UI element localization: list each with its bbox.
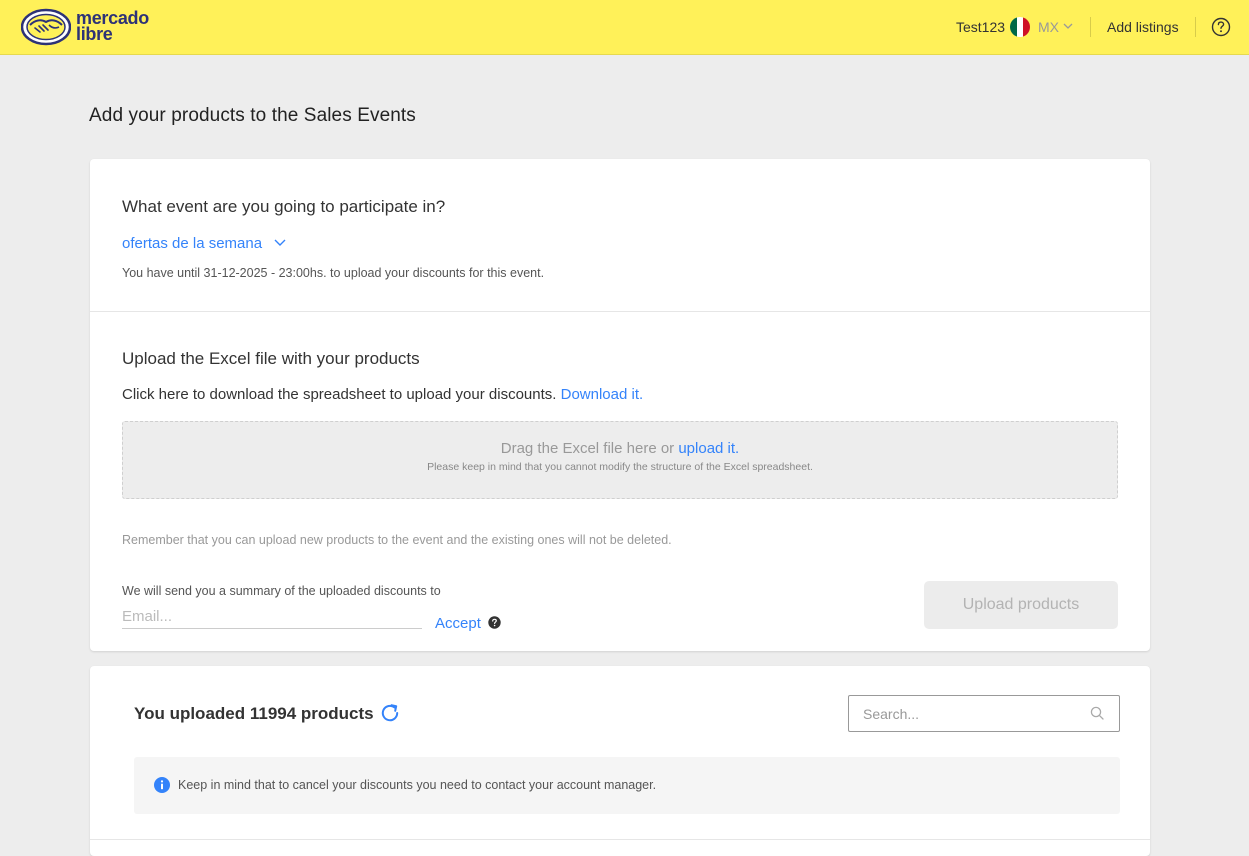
excel-dropzone[interactable]: Drag the Excel file here or upload it. P…: [122, 421, 1118, 499]
event-question-heading: What event are you going to participate …: [122, 197, 446, 216]
info-banner: Keep in mind that to cancel your discoun…: [134, 757, 1120, 814]
info-text: Keep in mind that to cancel your discoun…: [178, 778, 657, 792]
handshake-logo-icon: [21, 8, 71, 46]
search-input[interactable]: [863, 696, 1083, 731]
top-header: mercado libre Test123 MX Add listings: [0, 0, 1249, 55]
search-box: [848, 695, 1120, 732]
dropzone-text: Drag the Excel file here or: [500, 440, 675, 457]
search-icon[interactable]: [1090, 706, 1105, 721]
summary-label: We will send you a summary of the upload…: [122, 584, 441, 598]
country-selector[interactable]: MX: [1038, 19, 1059, 35]
logo-wordmark: mercado libre: [76, 9, 149, 44]
upload-card: What event are you going to participate …: [90, 159, 1150, 651]
event-dropdown[interactable]: ofertas de la semana: [122, 235, 262, 252]
header-divider: [1090, 17, 1091, 37]
chevron-down-icon[interactable]: [1063, 22, 1073, 30]
info-circle-icon: [154, 777, 170, 793]
remember-note: Remember that you can upload new product…: [122, 533, 672, 547]
logo-line-2: libre: [76, 24, 113, 44]
page-title: Add your products to the Sales Events: [89, 105, 416, 126]
user-name[interactable]: Test123: [956, 19, 1005, 35]
upload-file-link[interactable]: upload it.: [678, 440, 739, 457]
upload-products-button[interactable]: Upload products: [924, 581, 1118, 629]
upload-excel-heading: Upload the Excel file with your products: [122, 349, 420, 368]
uploaded-products-card: You uploaded 11994 products Keep in mind…: [90, 666, 1150, 856]
event-deadline-text: You have until 31-12-2025 - 23:00hs. to …: [122, 266, 545, 280]
section-divider: [90, 839, 1150, 840]
mercado-libre-logo[interactable]: mercado libre: [21, 8, 161, 48]
mexico-flag-icon[interactable]: [1010, 17, 1030, 37]
dropzone-main-text: Drag the Excel file here or upload it.: [123, 440, 1117, 457]
question-circle-icon[interactable]: [488, 616, 501, 629]
email-field[interactable]: [122, 605, 422, 629]
chevron-down-icon[interactable]: [274, 238, 286, 247]
download-spreadsheet-text: Click here to download the spreadsheet t…: [122, 386, 643, 403]
uploaded-count-heading: You uploaded 11994 products: [134, 704, 374, 723]
dropzone-note: Please keep in mind that you cannot modi…: [427, 461, 813, 473]
accept-link[interactable]: Accept: [435, 615, 481, 632]
download-link[interactable]: Download it.: [561, 386, 644, 403]
header-divider: [1195, 17, 1196, 37]
question-circle-icon[interactable]: [1211, 17, 1231, 37]
download-prompt: Click here to download the spreadsheet t…: [122, 386, 557, 403]
refresh-icon[interactable]: [379, 702, 401, 724]
add-listings-link[interactable]: Add listings: [1107, 19, 1179, 35]
section-divider: [90, 311, 1150, 312]
